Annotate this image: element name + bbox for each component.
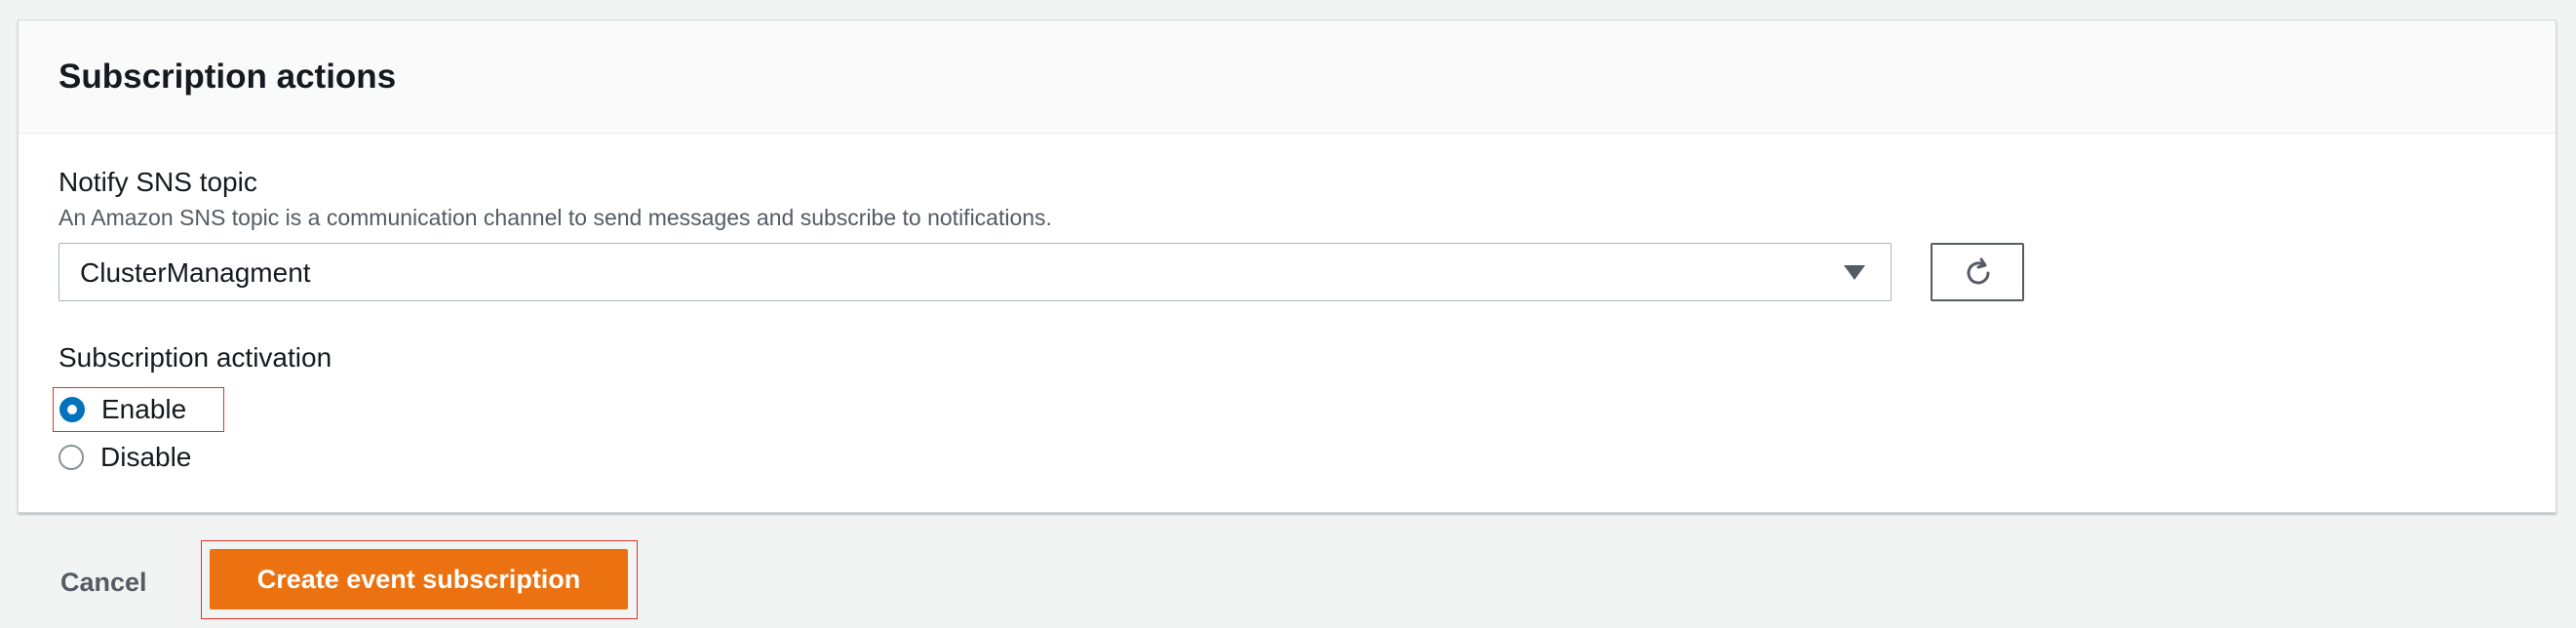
radio-unchecked-icon [59,445,84,470]
radio-enable[interactable]: Enable [53,387,224,432]
subscription-activation-label: Subscription activation [59,342,332,373]
create-event-subscription-button[interactable]: Create event subscription [210,549,628,609]
panel-header: Subscription actions [19,20,2556,134]
sns-topic-selected-value: ClusterManagment [80,257,311,288]
sns-topic-description: An Amazon SNS topic is a communication c… [59,205,1052,230]
caret-down-icon [1844,265,1865,280]
panel-title: Subscription actions [59,58,397,96]
radio-disable-label: Disable [100,442,192,472]
create-button-highlight: Create event subscription [201,540,638,619]
refresh-icon [1967,257,1990,285]
radio-checked-icon [59,397,85,422]
refresh-button[interactable] [1931,243,2024,301]
sns-topic-select[interactable]: ClusterManagment [59,243,1892,301]
subscription-actions-panel: Subscription actions Notify SNS topic An… [18,20,2556,513]
cancel-button[interactable]: Cancel [60,568,147,598]
sns-topic-label: Notify SNS topic [59,167,257,197]
radio-disable[interactable]: Disable [53,436,224,481]
radio-enable-label: Enable [101,394,187,424]
